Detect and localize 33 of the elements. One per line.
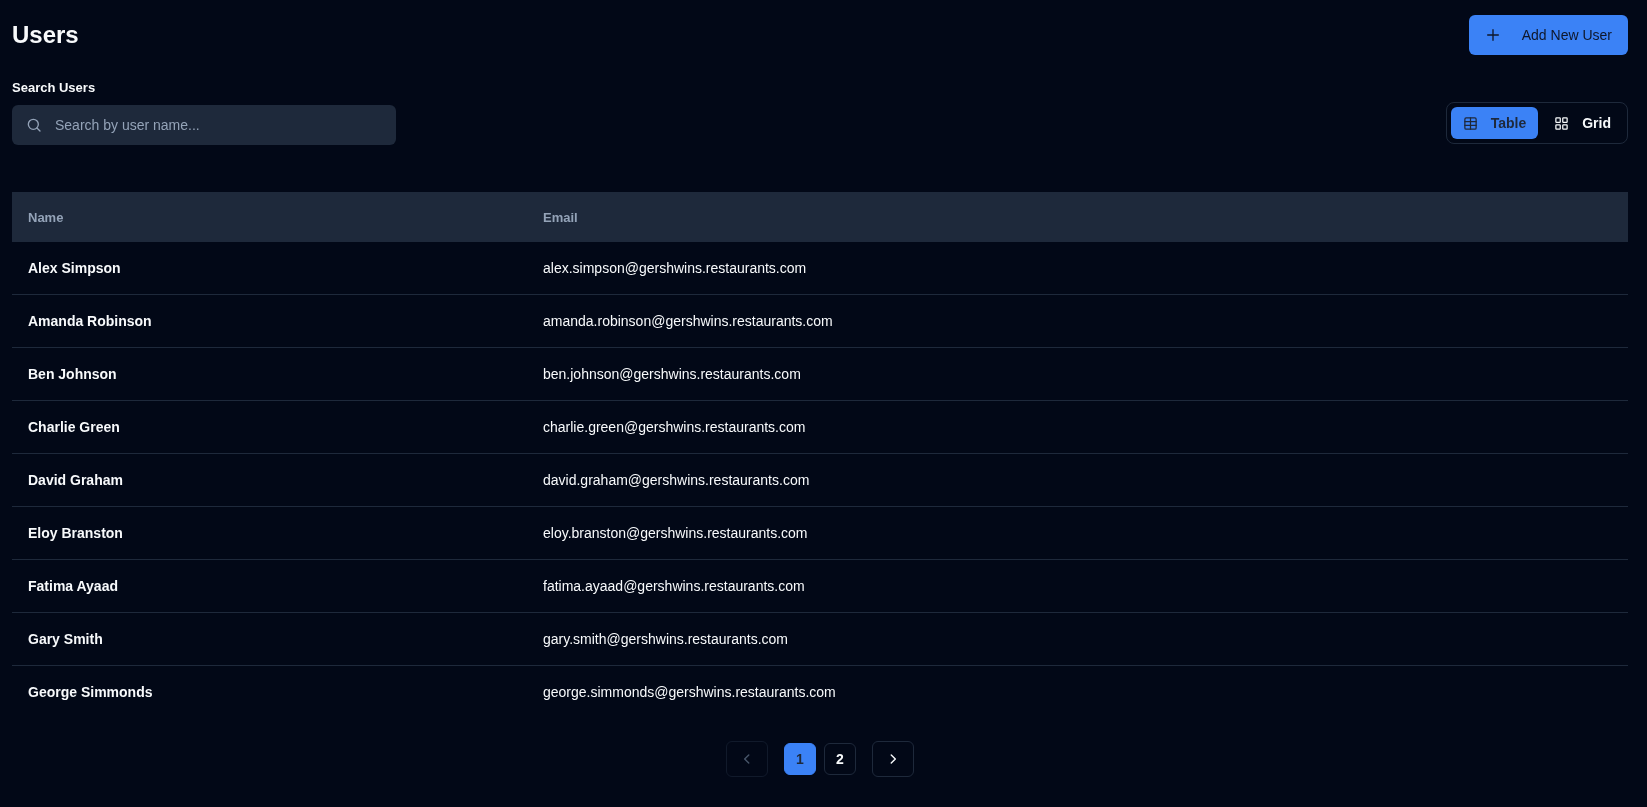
view-toggle-option[interactable]: Table xyxy=(1450,107,1539,139)
name-cell: Alex Simpson xyxy=(12,242,527,295)
column-header: Email xyxy=(527,192,1628,242)
add-user-button[interactable]: Add New User xyxy=(1468,15,1628,55)
email-cell: gary.smith@gershwins.restaurants.com xyxy=(527,612,1628,666)
name-cell: George Simmonds xyxy=(12,665,527,718)
email-cell: ben.johnson@gershwins.restaurants.com xyxy=(527,347,1628,401)
search-label: Search Users xyxy=(12,80,97,95)
plus-icon xyxy=(1484,27,1501,43)
table-icon xyxy=(1462,115,1478,131)
name-cell: Charlie Green xyxy=(12,400,527,454)
email-cell: george.simmonds@gershwins.restaurants.com xyxy=(527,665,1628,718)
name-cell: Amanda Robinson xyxy=(12,294,527,348)
view-toggle-option[interactable]: Grid xyxy=(1542,107,1623,139)
email-cell: eloy.branston@gershwins.restaurants.com xyxy=(527,506,1628,560)
name-cell: David Graham xyxy=(12,453,527,507)
email-cell: fatima.ayaad@gershwins.restaurants.com xyxy=(527,559,1628,613)
email-cell: david.graham@gershwins.restaurants.com xyxy=(527,453,1628,507)
email-cell: amanda.robinson@gershwins.restaurants.com xyxy=(527,294,1628,348)
page-button[interactable]: 1 xyxy=(784,743,816,775)
column-header: Name xyxy=(12,192,527,242)
search-icon xyxy=(26,117,42,133)
email-cell: charlie.green@gershwins.restaurants.com xyxy=(527,400,1628,454)
name-cell: Eloy Branston xyxy=(12,506,527,560)
search-field[interactable]: Search by user name... xyxy=(12,105,396,145)
next-page-button[interactable] xyxy=(872,741,914,777)
email-cell: alex.simpson@gershwins.restaurants.com xyxy=(527,242,1628,295)
name-cell: Gary Smith xyxy=(12,612,527,666)
page-title: Users xyxy=(12,20,79,50)
grid-icon xyxy=(1554,115,1570,131)
name-cell: Ben Johnson xyxy=(12,347,527,401)
name-cell: Fatima Ayaad xyxy=(12,559,527,613)
page-button[interactable]: 2 xyxy=(824,743,856,775)
